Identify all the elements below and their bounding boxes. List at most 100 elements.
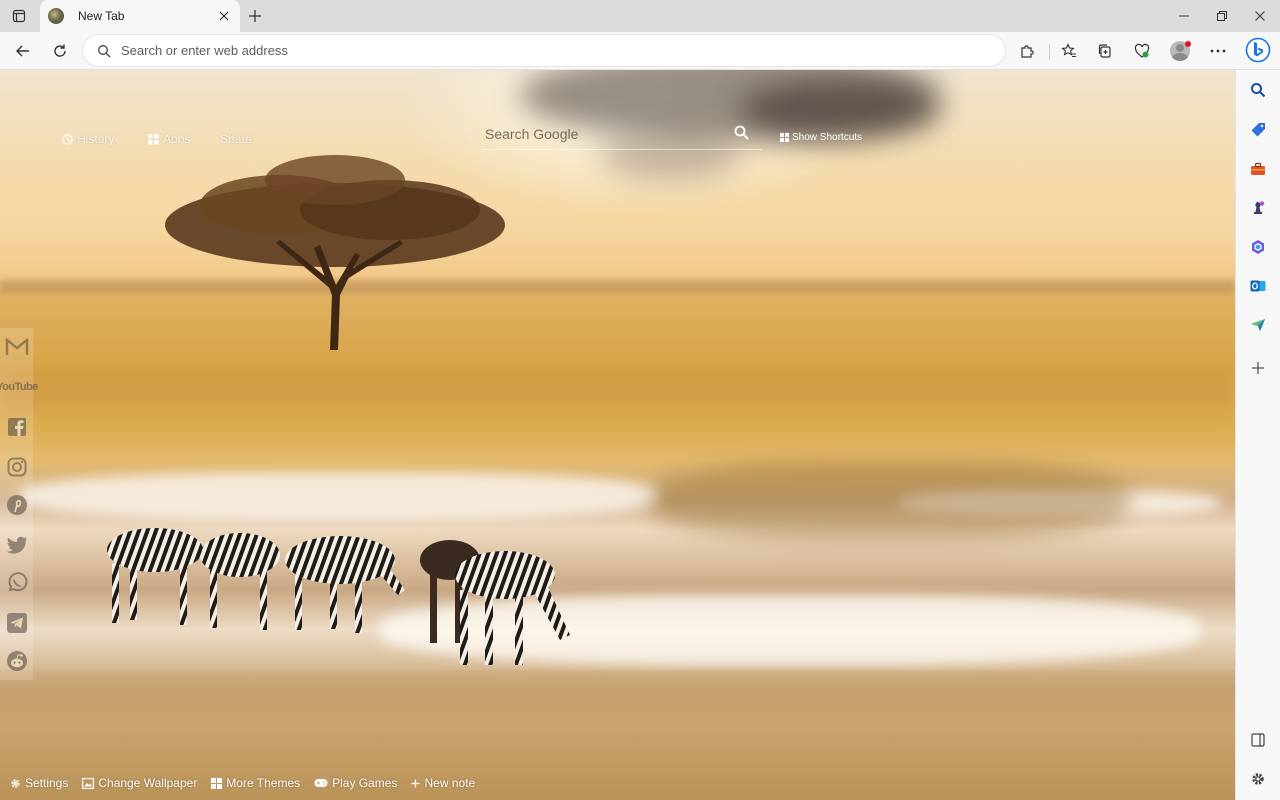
restore-button[interactable] <box>1203 0 1241 32</box>
sidebar-tools-button[interactable] <box>1246 157 1270 181</box>
collections-icon <box>1098 44 1111 58</box>
social-links-sidebar: YouTube <box>0 328 38 680</box>
gmail-link[interactable] <box>4 334 30 360</box>
address-bar[interactable] <box>83 35 1005 66</box>
picture-icon <box>82 777 95 789</box>
apps-link[interactable]: Apps <box>148 132 190 146</box>
bing-copilot-button[interactable] <box>1244 35 1272 65</box>
search-icon <box>98 44 111 57</box>
instagram-link[interactable] <box>4 454 30 480</box>
edge-sidebar <box>1235 70 1280 800</box>
refresh-button[interactable] <box>46 37 74 65</box>
google-search-button[interactable] <box>734 125 750 141</box>
browser-essentials-button[interactable] <box>1128 37 1156 65</box>
sidebar-m365-button[interactable] <box>1246 235 1270 259</box>
tab-title: New Tab <box>78 9 125 23</box>
sidebar-games-button[interactable] <box>1246 196 1270 220</box>
shopping-tag-icon <box>1251 123 1265 137</box>
minimize-icon <box>1179 15 1189 17</box>
plus-icon <box>1252 362 1264 374</box>
change-wallpaper-label: Change Wallpaper <box>98 776 198 790</box>
gear-icon <box>11 778 20 788</box>
telegram-icon <box>7 613 27 633</box>
play-games-link[interactable]: Play Games <box>314 776 397 790</box>
gmail-icon <box>5 337 29 355</box>
sidebar-shopping-button[interactable] <box>1246 118 1270 142</box>
close-window-button[interactable] <box>1241 0 1279 32</box>
pinterest-icon <box>7 495 27 515</box>
grid-icon <box>780 133 789 142</box>
new-tab-button[interactable] <box>244 5 266 27</box>
favorites-star-icon <box>1061 43 1076 58</box>
apps-icon <box>148 133 159 144</box>
paper-plane-icon <box>1251 319 1265 331</box>
tab-favicon-icon <box>48 8 64 24</box>
tab-new-tab[interactable]: New Tab <box>40 0 240 32</box>
wallpaper-background <box>0 70 1235 800</box>
chess-piece-icon <box>1254 201 1265 214</box>
sidebar-add-button[interactable] <box>1246 356 1270 380</box>
search-icon <box>734 125 749 140</box>
new-tab-page: History Apps Share Show Shortcuts YouT <box>0 70 1235 800</box>
facebook-link[interactable] <box>4 414 30 440</box>
whatsapp-link[interactable] <box>4 570 30 596</box>
sidebar-outlook-button[interactable] <box>1246 274 1270 298</box>
new-note-label: New note <box>424 776 476 790</box>
extensions-button[interactable] <box>1013 37 1041 65</box>
google-search-input[interactable] <box>482 125 722 142</box>
sidebar-settings-button[interactable] <box>1246 767 1270 791</box>
favorites-button[interactable] <box>1055 37 1083 65</box>
sidebar-hide-button[interactable] <box>1246 728 1270 752</box>
share-link[interactable]: Share <box>220 132 252 146</box>
facebook-icon <box>8 418 26 436</box>
collections-button[interactable] <box>1091 37 1119 65</box>
change-wallpaper-link[interactable]: Change Wallpaper <box>82 776 197 790</box>
share-label: Share <box>220 132 253 146</box>
reddit-icon <box>7 651 27 671</box>
history-icon <box>62 133 73 145</box>
tab-actions-button[interactable] <box>6 5 32 27</box>
history-link[interactable]: History <box>62 132 114 146</box>
settings-more-button[interactable] <box>1204 37 1232 65</box>
reddit-link[interactable] <box>4 648 30 674</box>
youtube-icon: YouTube <box>0 381 38 393</box>
bing-icon <box>1245 37 1271 63</box>
more-themes-link[interactable]: More Themes <box>211 776 300 790</box>
refresh-icon <box>54 44 66 57</box>
profile-button[interactable] <box>1166 37 1194 65</box>
telegram-link[interactable] <box>4 610 30 636</box>
panel-icon <box>1251 733 1265 747</box>
plus-icon <box>411 779 420 787</box>
back-button[interactable] <box>9 37 37 65</box>
grid-icon <box>211 777 223 789</box>
puzzle-icon <box>1021 45 1034 58</box>
acacia-tree-illustration <box>165 155 505 350</box>
youtube-link[interactable]: YouTube <box>0 374 38 400</box>
sidebar-drop-button[interactable] <box>1246 313 1270 337</box>
instagram-icon <box>7 457 27 477</box>
restore-icon <box>1217 11 1227 21</box>
search-icon <box>1251 83 1266 98</box>
tab-close-button[interactable] <box>216 8 232 24</box>
whatsapp-icon <box>8 572 28 592</box>
plus-icon <box>249 10 261 22</box>
bottom-toolbar: Settings Change Wallpaper More Themes Pl… <box>10 776 475 790</box>
outlook-icon <box>1250 280 1266 292</box>
settings-link[interactable]: Settings <box>10 776 68 790</box>
minimize-button[interactable] <box>1165 0 1203 32</box>
show-shortcuts-label: Show Shortcuts <box>792 132 863 143</box>
apps-label: Apps <box>163 132 191 146</box>
tab-actions-icon <box>12 9 26 23</box>
microsoft365-icon <box>1252 240 1264 254</box>
more-themes-label: More Themes <box>226 776 301 790</box>
sidebar-search-button[interactable] <box>1246 78 1270 102</box>
show-shortcuts-button[interactable]: Show Shortcuts <box>780 132 862 143</box>
new-note-link[interactable]: New note <box>411 776 475 790</box>
zebra-herd-illustration <box>107 528 570 665</box>
notification-dot <box>1185 41 1191 47</box>
twitter-link[interactable] <box>4 532 30 558</box>
pinterest-link[interactable] <box>4 492 30 518</box>
google-search-box <box>482 118 762 150</box>
address-input[interactable] <box>121 43 921 58</box>
back-arrow-icon <box>16 45 29 57</box>
